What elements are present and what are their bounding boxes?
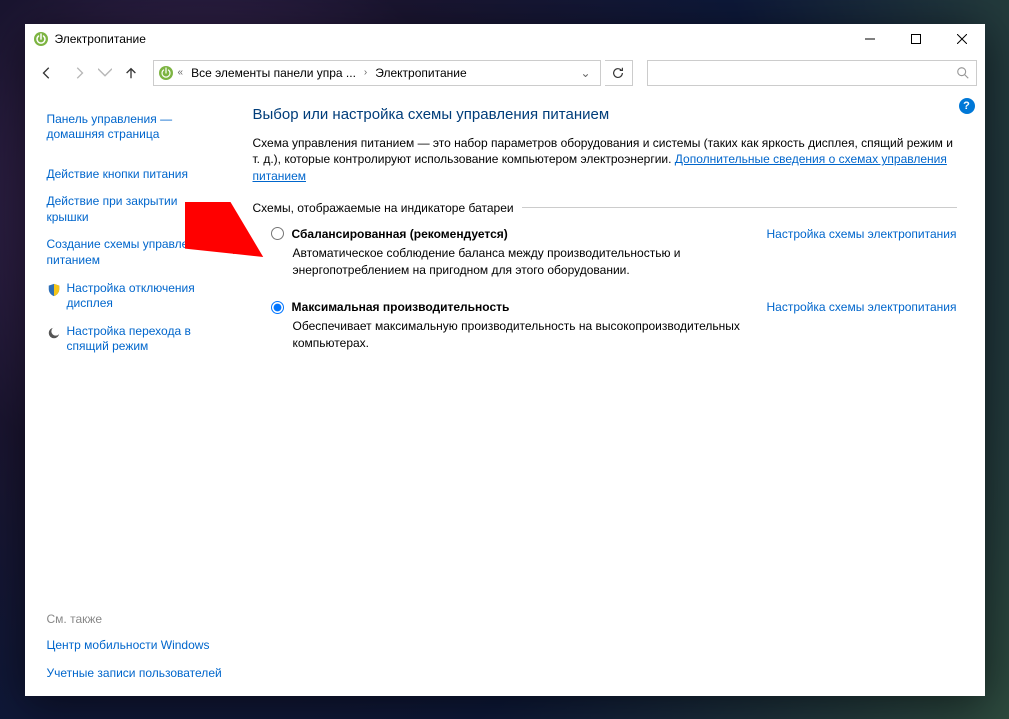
- plan-balanced-radio[interactable]: [271, 227, 284, 240]
- moon-icon: [47, 326, 61, 340]
- control-panel-window: Электропитание: [25, 24, 985, 696]
- chevron-right-icon: ›: [362, 67, 369, 78]
- sidebar-item-label: Настройка отключения дисплея: [67, 281, 223, 312]
- sidebar: Панель управления — домашняя страница Де…: [33, 106, 233, 688]
- window-controls: [847, 24, 985, 54]
- address-dropdown[interactable]: ⌄: [576, 66, 596, 80]
- window-title: Электропитание: [55, 32, 847, 46]
- plan-balanced-label[interactable]: Сбалансированная (рекомендуется): [292, 227, 508, 241]
- plan-high-performance-label[interactable]: Максимальная производительность: [292, 300, 510, 314]
- recent-dropdown[interactable]: [97, 59, 113, 87]
- forward-button[interactable]: [65, 59, 93, 87]
- sidebar-see-also-mobility[interactable]: Центр мобильности Windows: [47, 632, 223, 660]
- plan-high-performance-desc: Обеспечивает максимальную производительн…: [293, 318, 753, 352]
- sidebar-item-sleep[interactable]: Настройка перехода в спящий режим: [47, 318, 223, 361]
- breadcrumb-root[interactable]: Все элементы панели упра ...: [187, 64, 360, 82]
- shield-icon: [47, 283, 61, 297]
- close-button[interactable]: [939, 24, 985, 54]
- minimize-button[interactable]: [847, 24, 893, 54]
- search-icon: [956, 66, 970, 80]
- sidebar-home-link[interactable]: Панель управления — домашняя страница: [47, 106, 223, 149]
- fieldset-label-text: Схемы, отображаемые на индикаторе батаре…: [253, 201, 514, 215]
- sidebar-item-create-plan[interactable]: Создание схемы управления питанием: [47, 231, 223, 274]
- content-area: ? Панель управления — домашняя страница …: [25, 92, 985, 696]
- sidebar-item-power-button[interactable]: Действие кнопки питания: [47, 161, 223, 189]
- chevron-left-icon: «: [176, 67, 186, 78]
- search-input[interactable]: [654, 66, 956, 80]
- sidebar-see-also-accounts[interactable]: Учетные записи пользователей: [47, 660, 223, 688]
- plan-high-performance: Максимальная производительность Настройк…: [253, 300, 957, 352]
- maximize-button[interactable]: [893, 24, 939, 54]
- address-bar[interactable]: « Все элементы панели упра ... › Электро…: [153, 60, 601, 86]
- plan-balanced: Сбалансированная (рекомендуется) Настрой…: [253, 227, 957, 279]
- plan-high-performance-settings-link[interactable]: Настройка схемы электропитания: [767, 300, 957, 314]
- power-options-icon: [33, 31, 49, 47]
- plan-balanced-desc: Автоматическое соблюдение баланса между …: [293, 245, 753, 279]
- plan-high-performance-radio[interactable]: [271, 301, 284, 314]
- breadcrumb-current[interactable]: Электропитание: [371, 64, 470, 82]
- page-heading: Выбор или настройка схемы управления пит…: [253, 106, 957, 123]
- control-panel-icon: [158, 65, 174, 81]
- navbar: « Все элементы панели упра ... › Электро…: [25, 54, 985, 92]
- up-button[interactable]: [117, 59, 145, 87]
- plan-balanced-settings-link[interactable]: Настройка схемы электропитания: [767, 227, 957, 241]
- search-box[interactable]: [647, 60, 977, 86]
- sidebar-item-lid-close[interactable]: Действие при закрытии крышки: [47, 188, 223, 231]
- intro-text: Схема управления питанием — это набор па…: [253, 135, 957, 185]
- titlebar: Электропитание: [25, 24, 985, 54]
- refresh-button[interactable]: [605, 60, 633, 86]
- sidebar-item-label: Настройка перехода в спящий режим: [67, 324, 223, 355]
- see-also-header: См. также: [47, 606, 223, 632]
- fieldset-header: Схемы, отображаемые на индикаторе батаре…: [253, 201, 957, 215]
- main-panel: Выбор или настройка схемы управления пит…: [233, 106, 977, 688]
- help-button[interactable]: ?: [959, 98, 975, 114]
- sidebar-item-display-off[interactable]: Настройка отключения дисплея: [47, 275, 223, 318]
- back-button[interactable]: [33, 59, 61, 87]
